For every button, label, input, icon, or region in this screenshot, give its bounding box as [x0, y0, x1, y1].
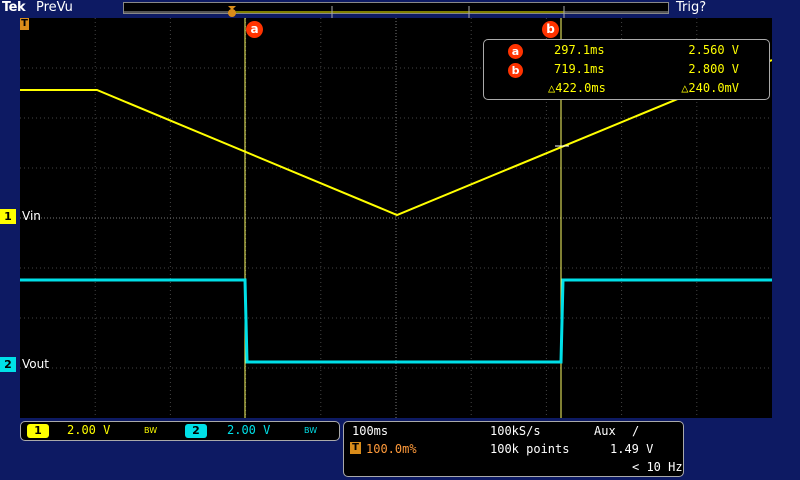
ch1-bw-limit-icon: BW — [144, 426, 158, 435]
ch2-scale: 2.00 V — [227, 423, 271, 437]
ch1-marker-icon[interactable]: 1 — [0, 209, 16, 224]
horizontal-position: 100.0m% — [366, 442, 417, 456]
cursor-delta-value: △240.0mV — [681, 81, 739, 95]
cursor-b-row: b 719.1ms 2.800 V — [484, 62, 769, 78]
channel-scale-bar[interactable]: 1 2.00 V BW 2 2.00 V BW — [20, 421, 340, 441]
cursor-delta-row: △422.0ms △240.0mV — [484, 81, 769, 97]
cursor-b-marker[interactable]: b — [542, 21, 559, 38]
cursor-a-time: 297.1ms — [554, 43, 605, 57]
cursor-b-time: 719.1ms — [554, 62, 605, 76]
cursor-a-value: 2.560 V — [688, 43, 739, 57]
ch1-label: Vin — [22, 209, 41, 223]
trigger-level: 1.49 V — [610, 442, 654, 456]
cursor-a-row: a 297.1ms 2.560 V — [484, 43, 769, 59]
record-view-bar[interactable] — [123, 2, 669, 18]
trigger-status: Trig? — [676, 0, 707, 15]
acquisition-readout[interactable]: 100ms 100kS/s Aux / T 100.0m% 100k point… — [343, 421, 684, 477]
acquisition-mode: PreVu — [36, 0, 73, 15]
cursor-a-tag: a — [508, 44, 523, 59]
trigger-source: Aux — [594, 424, 616, 438]
sample-rate: 100kS/s — [490, 424, 541, 438]
ch2-bw-limit-icon: BW — [304, 426, 318, 435]
cursor-b-value: 2.800 V — [688, 62, 739, 76]
trigger-slope-icon: / — [632, 424, 640, 438]
ch2-marker-icon[interactable]: 2 — [0, 357, 16, 372]
brand-logo: Tek — [2, 0, 26, 15]
record-length: 100k points — [490, 442, 570, 456]
trigger-position-icon[interactable]: T — [20, 18, 29, 30]
timebase: 100ms — [352, 424, 389, 438]
cursor-a-marker[interactable]: a — [246, 21, 263, 38]
ch1-scale: 2.00 V — [67, 423, 111, 437]
cursor-b-tag: b — [508, 63, 523, 78]
trigger-position-tag: T — [350, 442, 361, 454]
status-bar: Tek PreVu Trig? — [0, 0, 800, 18]
trigger-frequency: < 10 Hz — [632, 460, 683, 474]
ch2-scale-badge[interactable]: 2 — [185, 424, 207, 438]
cursor-delta-time: △422.0ms — [548, 81, 606, 95]
record-view-icon — [124, 6, 668, 18]
ch2-label: Vout — [22, 357, 49, 371]
cursor-readout: a 297.1ms 2.560 V b 719.1ms 2.800 V △422… — [483, 39, 770, 100]
ch1-scale-badge[interactable]: 1 — [27, 424, 49, 438]
